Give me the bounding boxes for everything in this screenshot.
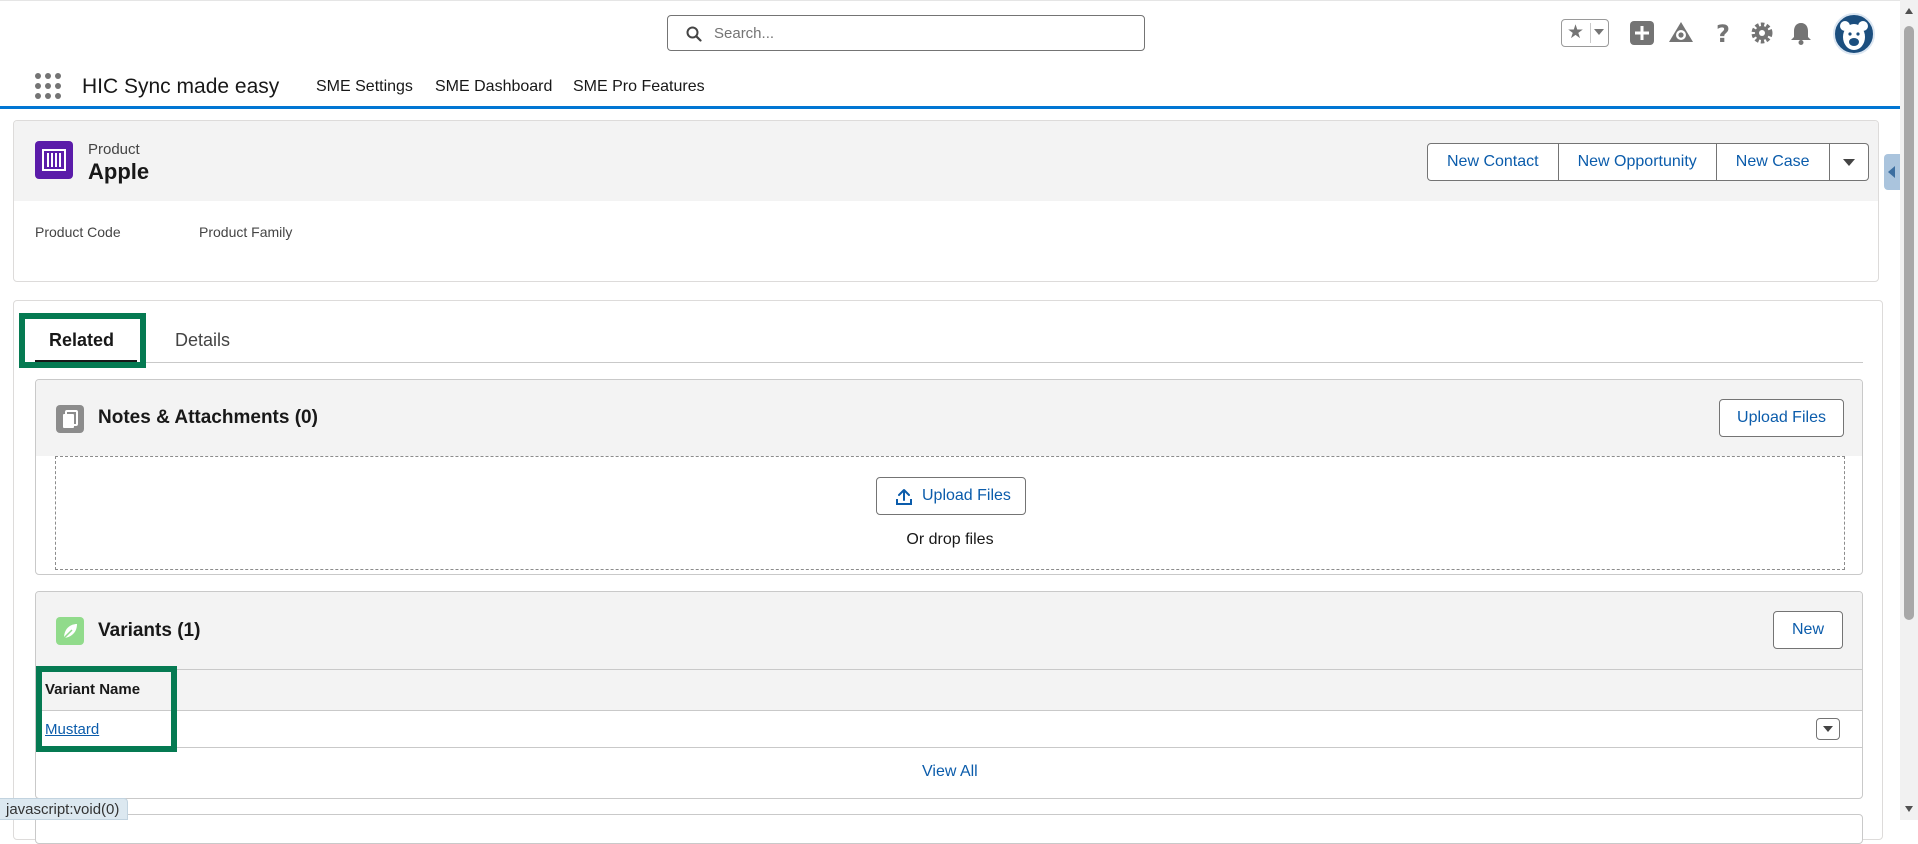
record-highlights-panel: Product Apple New Contact New Opportunit…	[13, 120, 1879, 282]
upload-files-button[interactable]: Upload Files	[1719, 399, 1844, 437]
help-icon[interactable]: ?	[1708, 18, 1738, 48]
product-icon	[35, 141, 73, 179]
global-search-input[interactable]: Search...	[667, 15, 1145, 51]
nav-item-sme-dashboard[interactable]: SME Dashboard	[435, 78, 552, 96]
chevron-down-icon	[1842, 159, 1855, 166]
new-variant-button[interactable]: New	[1773, 611, 1843, 649]
dropzone-upload-label: Upload Files	[922, 487, 1011, 504]
variants-card-title: Variants (1)	[98, 620, 201, 641]
field-label-product-family: Product Family	[199, 224, 293, 240]
bear-avatar-icon	[1840, 21, 1868, 50]
more-actions-button[interactable]	[1829, 143, 1869, 181]
scroll-up-arrow-icon[interactable]	[1905, 8, 1913, 14]
chevron-left-icon	[1888, 166, 1895, 178]
utility-panel-toggle[interactable]	[1884, 154, 1900, 190]
object-label: Product	[88, 141, 140, 158]
document-icon	[63, 410, 78, 428]
user-avatar[interactable]	[1833, 13, 1875, 55]
browser-status-bar: javascript:void(0)	[0, 798, 129, 820]
nav-item-sme-pro-features[interactable]: SME Pro Features	[573, 78, 705, 96]
notes-file-icon	[56, 405, 84, 433]
svg-text:?: ?	[1716, 20, 1730, 48]
notes-card-title: Notes & Attachments (0)	[98, 407, 318, 428]
favorites-star-icon[interactable]: ★	[1567, 22, 1584, 44]
tab-bar-divider	[35, 362, 1863, 363]
app-name: HIC Sync made easy	[82, 75, 280, 98]
app-launcher-icon[interactable]	[35, 73, 61, 99]
global-header: Search... ★ ? HIC Sync made easy SME Set…	[0, 0, 1918, 109]
record-title: Apple	[88, 159, 150, 184]
table-footer-border	[36, 747, 1862, 748]
barcode-icon	[42, 149, 66, 171]
drop-files-text: Or drop files	[906, 531, 994, 548]
favorites-button-group[interactable]: ★	[1561, 19, 1609, 47]
search-icon	[686, 26, 702, 42]
favorites-divider	[1590, 23, 1591, 43]
table-header-row	[36, 670, 1862, 710]
favorites-menu-icon[interactable]	[1594, 29, 1604, 35]
notes-attachments-card: Notes & Attachments (0) Upload Files Upl…	[35, 379, 1863, 575]
notifications-bell-icon[interactable]	[1786, 18, 1816, 48]
variants-card-header	[36, 592, 1862, 669]
scrollbar-thumb[interactable]	[1904, 26, 1914, 620]
vertical-scrollbar[interactable]	[1900, 0, 1918, 820]
new-contact-button[interactable]: New Contact	[1427, 143, 1559, 181]
view-all-link[interactable]: View All	[922, 763, 978, 781]
setup-gear-icon[interactable]	[1747, 18, 1777, 48]
tab-details[interactable]: Details	[175, 330, 230, 351]
variants-card: Variants (1) New Variant Name Mustard Vi…	[35, 591, 1863, 799]
guidance-center-icon[interactable]	[1666, 18, 1696, 48]
chevron-down-icon	[1823, 726, 1833, 732]
search-placeholder: Search...	[714, 25, 775, 42]
leaf-icon	[63, 624, 77, 639]
highlight-box-related-tab	[19, 313, 146, 368]
new-opportunity-button[interactable]: New Opportunity	[1558, 143, 1717, 181]
field-label-product-code: Product Code	[35, 224, 121, 240]
file-drop-zone[interactable]: Upload Files Or drop files	[55, 456, 1845, 570]
upload-icon	[896, 489, 912, 505]
variants-icon	[56, 617, 84, 645]
highlight-box-variant-column	[36, 666, 177, 752]
record-action-buttons: New Contact New Opportunity New Case	[1427, 143, 1869, 181]
new-case-button[interactable]: New Case	[1716, 143, 1830, 181]
table-row: Mustard	[36, 711, 1862, 747]
nav-item-sme-settings[interactable]: SME Settings	[316, 78, 413, 96]
global-actions-add-icon[interactable]	[1627, 18, 1657, 48]
next-related-card	[35, 814, 1863, 844]
row-actions-menu[interactable]	[1816, 718, 1840, 740]
scroll-down-arrow-icon[interactable]	[1905, 806, 1913, 812]
dropzone-upload-button[interactable]: Upload Files	[876, 477, 1026, 515]
